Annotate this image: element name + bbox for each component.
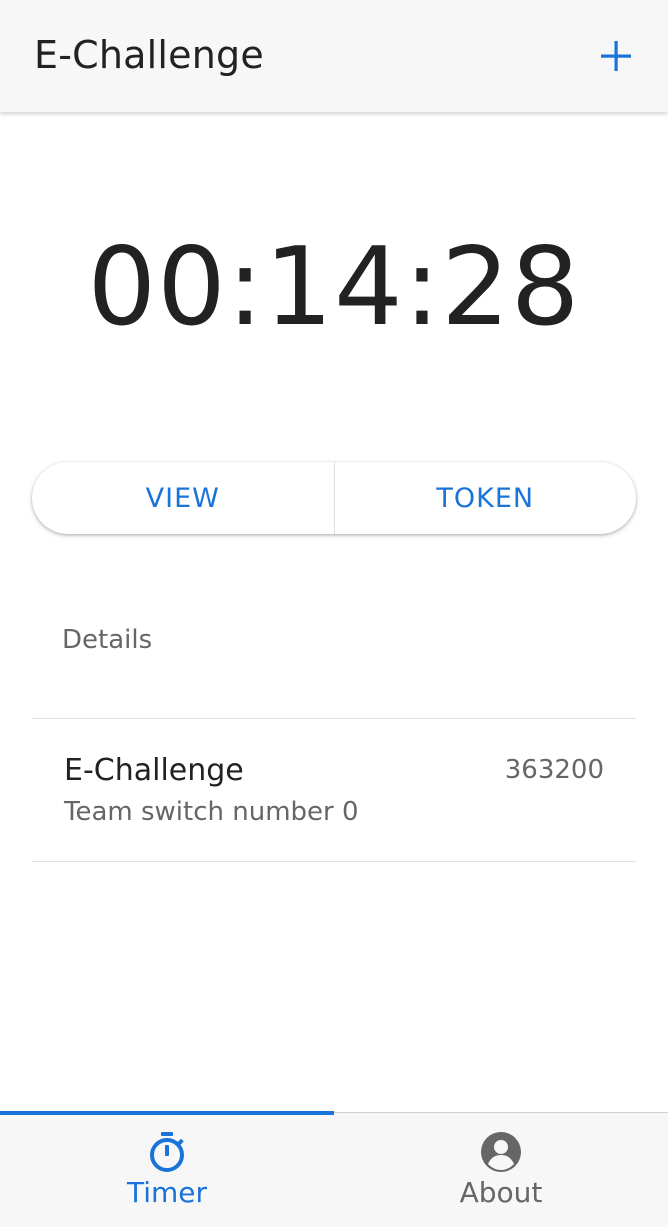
- list-item[interactable]: E-Challenge Team switch number 0 363200: [32, 719, 636, 861]
- timer-display: 00:14:28: [87, 225, 581, 350]
- token-button[interactable]: TOKEN: [335, 462, 637, 534]
- plus-icon: [601, 41, 631, 71]
- view-token-button-group: VIEW TOKEN: [32, 462, 636, 534]
- list-item-value: 363200: [504, 755, 604, 785]
- list-divider-bottom: [32, 861, 636, 862]
- bottom-navigation: Timer About: [0, 1111, 668, 1227]
- add-button[interactable]: [588, 28, 644, 84]
- tab-timer[interactable]: Timer: [0, 1111, 334, 1227]
- app-title: E-Challenge: [34, 33, 264, 77]
- tab-about-label: About: [459, 1176, 543, 1209]
- active-tab-indicator: [0, 1111, 334, 1115]
- tab-about[interactable]: About: [334, 1113, 668, 1227]
- account-circle-icon: [480, 1131, 522, 1173]
- list-item-subtitle: Team switch number 0: [64, 797, 359, 827]
- app-bar: E-Challenge: [0, 0, 668, 112]
- list-item-title: E-Challenge: [64, 753, 244, 788]
- view-button[interactable]: VIEW: [32, 462, 334, 534]
- stopwatch-icon: [146, 1131, 188, 1173]
- details-section-label: Details: [62, 625, 153, 655]
- tab-timer-label: Timer: [126, 1176, 208, 1209]
